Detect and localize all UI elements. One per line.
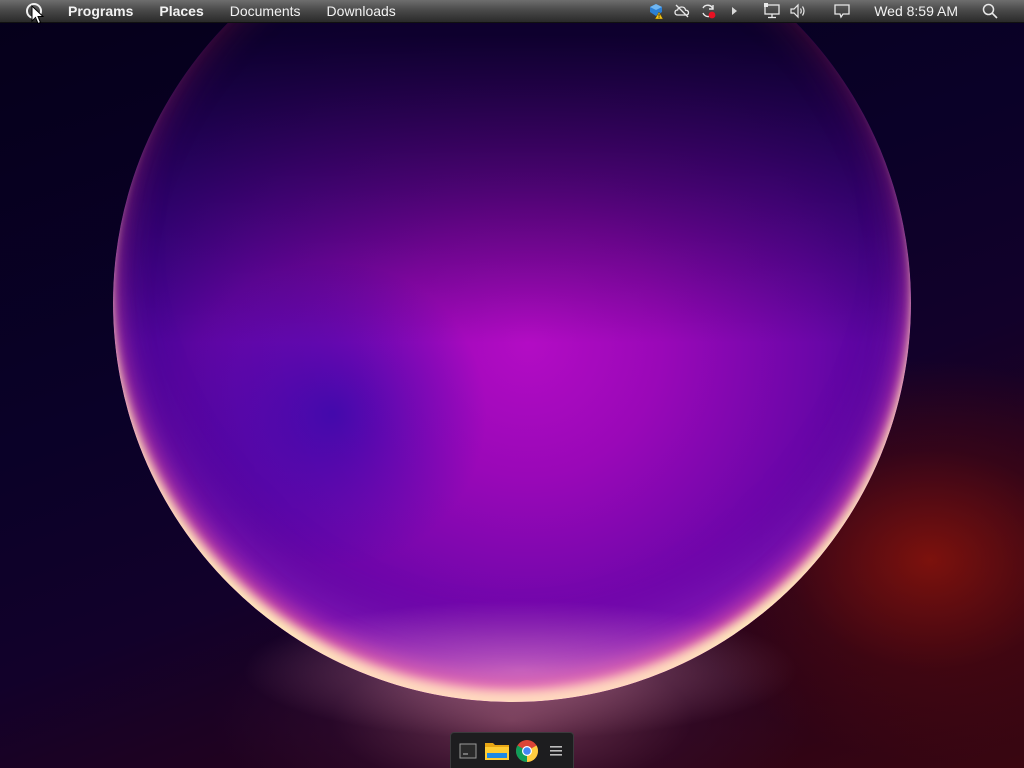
menu-icon[interactable]	[544, 736, 569, 766]
menu-programs[interactable]: Programs	[68, 0, 133, 23]
ethernet-icon[interactable]	[762, 1, 782, 21]
chrome-icon[interactable]	[514, 736, 539, 766]
orb-rim-light	[113, 0, 911, 702]
notification-icon[interactable]	[832, 1, 852, 21]
terminal-icon[interactable]	[455, 736, 480, 766]
desktop-wallpaper	[0, 0, 1024, 768]
mouse-cursor-icon	[31, 4, 45, 25]
top-panel: Programs Places Documents Downloads Wed …	[0, 0, 1024, 23]
file-manager-icon[interactable]	[484, 736, 510, 766]
menu-downloads[interactable]: Downloads	[327, 0, 396, 23]
horizon-glow	[240, 600, 800, 740]
dock	[450, 732, 574, 768]
search-icon[interactable]	[980, 1, 1000, 21]
network-warning-icon[interactable]	[646, 1, 666, 21]
expand-arrow-icon[interactable]	[724, 1, 744, 21]
sync-error-icon[interactable]	[698, 1, 718, 21]
menu-documents[interactable]: Documents	[230, 0, 301, 23]
menu-places[interactable]: Places	[159, 0, 203, 23]
wallpaper-orb	[113, 0, 911, 702]
volume-icon[interactable]	[788, 1, 808, 21]
panel-clock[interactable]: Wed 8:59 AM	[874, 0, 958, 23]
cloud-off-icon[interactable]	[672, 1, 692, 21]
